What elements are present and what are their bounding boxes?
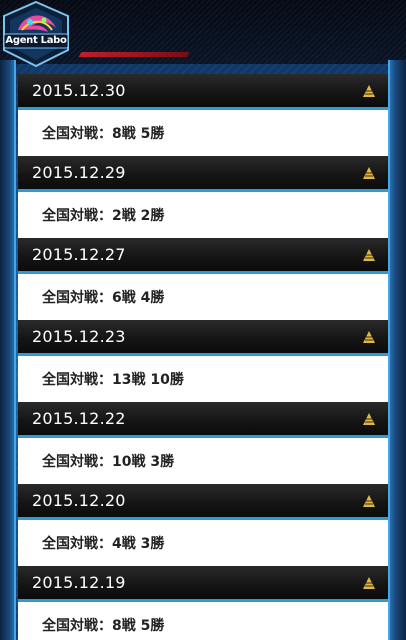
collapse-triangle-icon[interactable] [362, 84, 376, 98]
date-header[interactable]: 2015.12.20 [18, 484, 388, 520]
record-text: 全国対戦：2戦 2勝 [42, 208, 165, 224]
date-label: 2015.12.29 [32, 163, 126, 182]
history-entry: 2015.12.30 全国対戦：8戦 5勝 [18, 74, 388, 156]
date-label: 2015.12.23 [32, 327, 126, 346]
date-header[interactable]: 2015.12.29 [18, 156, 388, 192]
date-header[interactable]: 2015.12.30 [18, 74, 388, 110]
record-text: 全国対戦：8戦 5勝 [42, 126, 165, 142]
logo-text: Agent Labo [5, 35, 67, 46]
record-row: 全国対戦：8戦 5勝 [18, 110, 388, 156]
date-label: 2015.12.27 [32, 245, 126, 264]
history-entry: 2015.12.27 全国対戦：6戦 4勝 [18, 238, 388, 320]
date-label: 2015.12.22 [32, 409, 126, 428]
date-header[interactable]: 2015.12.19 [18, 566, 388, 602]
record-text: 全国対戦：8戦 5勝 [42, 618, 165, 634]
record-row: 全国対戦：6戦 4勝 [18, 274, 388, 320]
collapse-triangle-icon[interactable] [362, 494, 376, 508]
date-header[interactable]: 2015.12.27 [18, 238, 388, 274]
record-text: 全国対戦：10戦 3勝 [42, 454, 175, 470]
date-label: 2015.12.20 [32, 491, 126, 510]
collapse-triangle-icon[interactable] [362, 248, 376, 262]
history-entry: 2015.12.19 全国対戦：8戦 5勝 [18, 566, 388, 640]
record-row: 全国対戦：13戦 10勝 [18, 356, 388, 402]
record-text: 全国対戦：13戦 10勝 [42, 372, 184, 388]
collapse-triangle-icon[interactable] [362, 412, 376, 426]
header-accent-stripe [78, 52, 190, 57]
record-row: 全国対戦：8戦 5勝 [18, 602, 388, 640]
date-header[interactable]: 2015.12.22 [18, 402, 388, 438]
record-text: 全国対戦：4戦 3勝 [42, 536, 165, 552]
right-frame-border [388, 60, 406, 640]
history-entry: 2015.12.20 全国対戦：4戦 3勝 [18, 484, 388, 566]
left-frame-border [0, 60, 16, 640]
history-entry: 2015.12.22 全国対戦：10戦 3勝 [18, 402, 388, 484]
history-entry: 2015.12.23 全国対戦：13戦 10勝 [18, 320, 388, 402]
collapse-triangle-icon[interactable] [362, 166, 376, 180]
app-logo[interactable]: Agent Labo [0, 0, 78, 70]
record-row: 全国対戦：2戦 2勝 [18, 192, 388, 238]
date-header[interactable]: 2015.12.23 [18, 320, 388, 356]
history-entry: 2015.12.29 全国対戦：2戦 2勝 [18, 156, 388, 238]
date-label: 2015.12.30 [32, 81, 126, 100]
record-row: 全国対戦：10戦 3勝 [18, 438, 388, 484]
date-label: 2015.12.19 [32, 573, 126, 592]
collapse-triangle-icon[interactable] [362, 330, 376, 344]
record-text: 全国対戦：6戦 4勝 [42, 290, 165, 306]
collapse-triangle-icon[interactable] [362, 576, 376, 590]
record-row: 全国対戦：4戦 3勝 [18, 520, 388, 566]
history-list[interactable]: 2015.12.30 全国対戦：8戦 5勝 2015.12.29 全国対戦：2戦… [18, 74, 388, 640]
